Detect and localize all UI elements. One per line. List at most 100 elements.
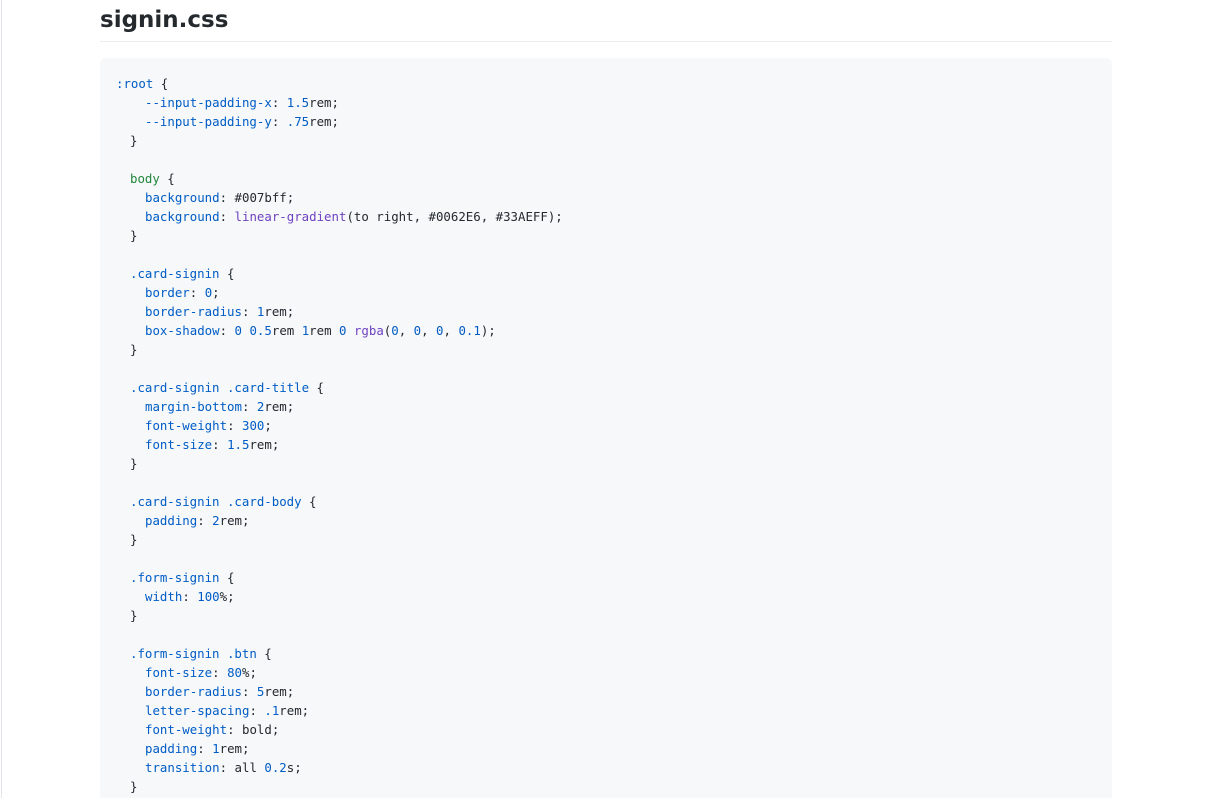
code-text: : — [197, 741, 213, 756]
code-property: font-size — [145, 437, 213, 452]
code-text: { — [219, 266, 235, 281]
code-property: border-radius — [145, 684, 242, 699]
code-text: : — [212, 437, 228, 452]
code-text: rem; — [219, 741, 250, 756]
code-line: } — [116, 606, 1096, 625]
code-line: background: linear-gradient(to right, #0… — [116, 207, 1096, 226]
code-block[interactable]: :root {--input-padding-x: 1.5rem; --input… — [100, 58, 1112, 798]
code-line: .form-signin { — [116, 568, 1096, 587]
code-selector: .form-signin .btn — [130, 646, 257, 661]
code-number: 0.1 — [458, 323, 481, 338]
code-line: border: 0; — [116, 283, 1096, 302]
code-property: font-weight — [145, 418, 228, 433]
code-line: transition: all 0.2s; — [116, 758, 1096, 777]
code-text: { — [256, 646, 272, 661]
code-property: --input-padding-y — [145, 114, 272, 129]
code-text: rem; — [264, 304, 295, 319]
code-text: } — [130, 228, 138, 243]
code-text: : — [271, 95, 287, 110]
file-title: signin.css — [100, 7, 229, 33]
code-text: rem — [309, 323, 340, 338]
code-line: ​ — [116, 150, 1096, 169]
code-property: padding — [145, 513, 198, 528]
code-text: : — [249, 703, 265, 718]
code-line: .card-signin .card-body { — [116, 492, 1096, 511]
code-text: : — [227, 418, 242, 433]
code-function: rgba — [353, 323, 384, 338]
code-text: rem — [271, 323, 302, 338]
code-text: : — [212, 665, 228, 680]
code-line: ​ — [116, 549, 1096, 568]
code-line: font-weight: bold; — [116, 720, 1096, 739]
code-line: } — [116, 454, 1096, 473]
code-text: } — [130, 532, 138, 547]
code-text: rem; — [309, 95, 339, 110]
code-line: background: #007bff; — [116, 188, 1096, 207]
code-text: , — [443, 323, 459, 338]
code-selector: .card-signin .card-body — [130, 494, 302, 509]
code-property: background — [145, 190, 220, 205]
code-number: 1.5 — [286, 95, 310, 110]
code-line: .card-signin .card-title { — [116, 378, 1096, 397]
code-property: font-weight — [145, 722, 228, 737]
code-text: , — [421, 323, 437, 338]
code-property: font-size — [145, 665, 213, 680]
code-line: --input-padding-x: 1.5rem; — [116, 93, 1096, 112]
code-line: ​ — [116, 625, 1096, 644]
code-property: border — [145, 285, 190, 300]
code-text: : — [241, 304, 257, 319]
code-number: .75 — [286, 114, 310, 129]
code-property: margin-bottom — [145, 399, 242, 414]
code-property: letter-spacing — [145, 703, 250, 718]
code-property: width — [145, 589, 183, 604]
code-text: ; — [212, 285, 220, 300]
code-line: width: 100%; — [116, 587, 1096, 606]
code-text: { — [301, 494, 317, 509]
code-text: rem; — [249, 437, 280, 452]
code-text: : — [219, 209, 235, 224]
code-text: : — [219, 323, 235, 338]
code-text: : — [197, 513, 213, 528]
code-line: font-size: 80%; — [116, 663, 1096, 682]
code-line: :root { — [116, 74, 1096, 93]
code-text: rem; — [264, 399, 295, 414]
code-text: ); — [480, 323, 496, 338]
code-text: ; — [264, 418, 272, 433]
code-text: } — [130, 608, 138, 623]
code-text: : — [241, 684, 257, 699]
code-line: font-weight: 300; — [116, 416, 1096, 435]
code-line: font-size: 1.5rem; — [116, 435, 1096, 454]
code-text: : — [182, 589, 198, 604]
code-line: .form-signin .btn { — [116, 644, 1096, 663]
code-text: rem; — [309, 114, 339, 129]
code-text: } — [130, 342, 138, 357]
code-line: --input-padding-y: .75rem; — [116, 112, 1096, 131]
file-header: signin.css — [100, 4, 1112, 42]
code-selector: :root — [116, 76, 154, 91]
code-text: %; — [219, 589, 235, 604]
code-selector: .card-signin — [130, 266, 220, 281]
code-number: 0.5 — [249, 323, 272, 338]
code-number: .1 — [264, 703, 280, 718]
code-line: ​ — [116, 245, 1096, 264]
code-text: rem; — [279, 703, 310, 718]
code-text: { — [159, 171, 175, 186]
code-selector: .card-signin .card-title — [130, 380, 310, 395]
code-text: %; — [241, 665, 257, 680]
code-number: 0 — [413, 323, 422, 338]
code-number: 100 — [197, 589, 220, 604]
code-property: box-shadow — [145, 323, 220, 338]
code-text: } — [130, 456, 138, 471]
code-line: .card-signin { — [116, 264, 1096, 283]
code-line: ​ — [116, 359, 1096, 378]
code-selector: .form-signin — [130, 570, 220, 585]
page-left-border — [1, 0, 2, 798]
code-text: rem; — [219, 513, 250, 528]
code-line: letter-spacing: .1rem; — [116, 701, 1096, 720]
code-line: } — [116, 530, 1096, 549]
code-text: : #007bff; — [219, 190, 295, 205]
code-text: : all — [219, 760, 265, 775]
code-number: 80 — [227, 665, 242, 680]
code-line: border-radius: 1rem; — [116, 302, 1096, 321]
